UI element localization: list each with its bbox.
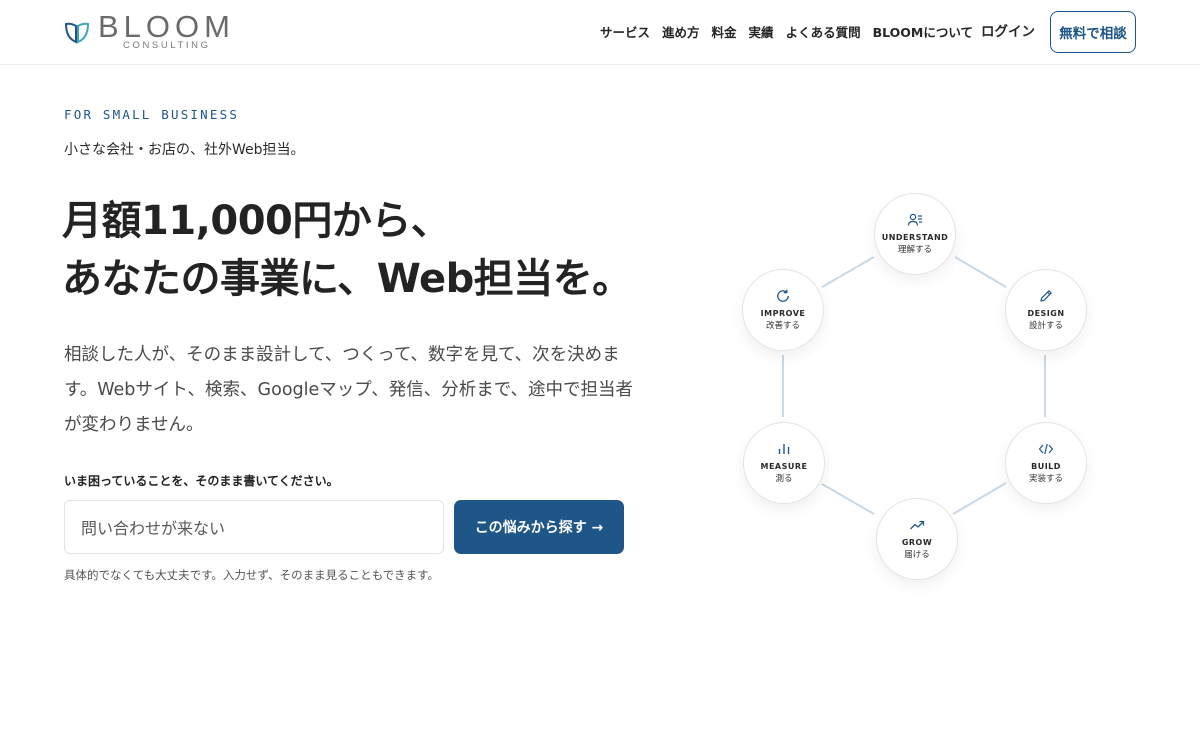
user-list-icon — [907, 213, 922, 226]
leaf-logo-icon — [64, 22, 90, 44]
node-label-jp: 設計する — [1028, 320, 1063, 331]
cycle-node-build: BUILD 実装する — [1005, 422, 1087, 504]
headline-line-1: 月額11,000円から、 — [62, 198, 451, 244]
nav-item-services[interactable]: サービス — [600, 25, 650, 41]
node-label-jp: 届ける — [904, 549, 930, 560]
nav-item-process[interactable]: 進め方 — [662, 25, 700, 41]
node-label-jp: 測る — [775, 473, 793, 484]
nav-item-faq[interactable]: よくある質問 — [786, 25, 861, 41]
hero-headline: 月額11,000円から、 あなたの事業に、Web担当を。 — [62, 192, 662, 308]
cycle-node-design: DESIGN 設計する — [1005, 269, 1087, 351]
node-label-en: BUILD — [1031, 461, 1061, 471]
node-label-en: DESIGN — [1027, 308, 1065, 318]
trending-up-icon — [910, 520, 925, 529]
nav-item-works[interactable]: 実績 — [749, 25, 774, 41]
node-label-en: UNDERSTAND — [881, 232, 949, 242]
input-note: 具体的でなくても大丈夫です。入力せず、そのまま見ることもできます。 — [64, 568, 440, 582]
hero-eyebrow: FOR SMALL BUSINESS — [64, 107, 240, 122]
node-label-jp: 実装する — [1028, 473, 1063, 484]
cycle-node-understand: UNDERSTAND 理解する — [874, 193, 956, 275]
site-header: BLOOM CONSULTING サービス 進め方 料金 実績 よくある質問 B… — [0, 0, 1200, 65]
code-icon — [1038, 443, 1054, 454]
cycle-node-measure: MEASURE 測る — [743, 422, 825, 504]
node-label-jp: 改善する — [765, 320, 800, 331]
main-nav: サービス 進め方 料金 実績 よくある質問 BLOOMについて — [600, 24, 985, 42]
nav-item-pricing[interactable]: 料金 — [712, 25, 737, 41]
brand-sub: CONSULTING — [123, 40, 211, 51]
problem-input-label: いま困っていることを、そのまま書いてください。 — [64, 474, 339, 488]
bar-chart-icon — [778, 443, 790, 454]
cycle-node-grow: GROW 届ける — [876, 498, 958, 580]
refresh-icon — [777, 289, 789, 302]
cycle-node-improve: IMPROVE 改善する — [742, 269, 824, 351]
pencil-icon — [1040, 289, 1052, 302]
hero-lead: 小さな会社・お店の、社外Web担当。 — [64, 142, 305, 158]
free-consult-button[interactable]: 無料で相談 — [1050, 11, 1136, 53]
hero-description: 相談した人が、そのまま設計して、つくって、数字を見て、次を決めます。Webサイト… — [64, 345, 634, 435]
nav-item-about[interactable]: BLOOMについて — [873, 25, 973, 41]
problem-input[interactable] — [64, 500, 444, 554]
node-label-en: MEASURE — [760, 461, 808, 471]
node-label-jp: 理解する — [897, 244, 932, 255]
search-by-problem-button[interactable]: この悩みから探す → — [454, 500, 624, 554]
process-cycle-diagram: UNDERSTAND 理解する DESIGN 設計する BUILD 実装する G… — [700, 180, 1140, 600]
node-label-en: GROW — [901, 537, 933, 547]
brand-logo[interactable]: BLOOM CONSULTING — [64, 9, 244, 52]
login-link[interactable]: ログイン — [981, 23, 1035, 41]
brand-name: BLOOM — [98, 9, 235, 44]
node-label-en: IMPROVE — [760, 308, 806, 318]
headline-line-2: あなたの事業に、Web担当を。 — [62, 256, 632, 302]
